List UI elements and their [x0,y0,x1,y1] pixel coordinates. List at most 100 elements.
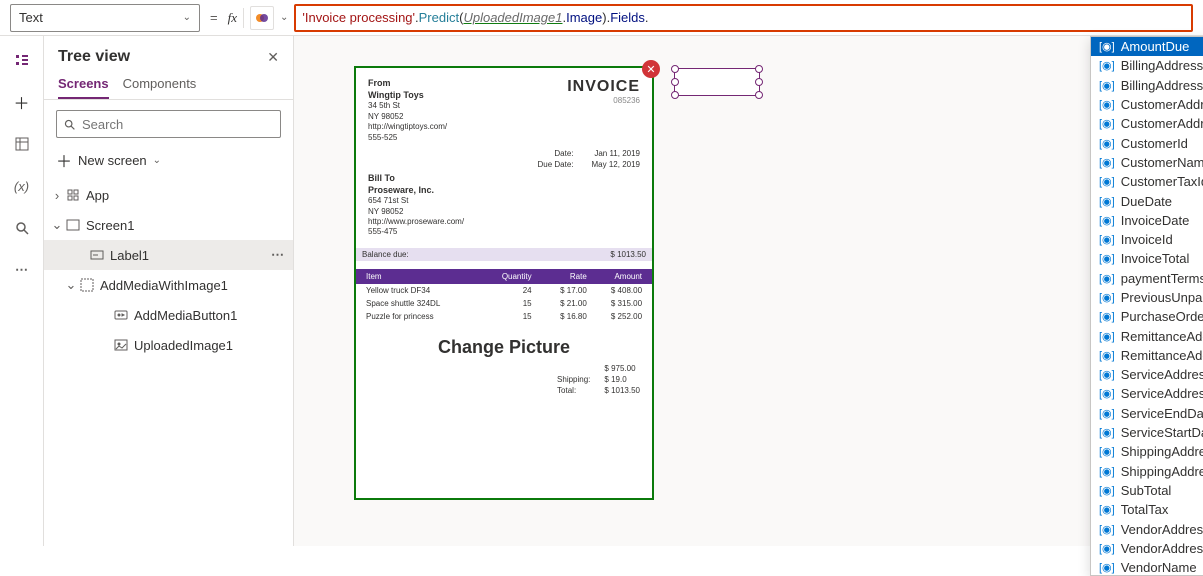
autocomplete-item[interactable]: [◉]ServiceEndDate [1091,404,1203,423]
image-icon [112,338,130,352]
media-button-icon [112,308,130,322]
autocomplete-label: InvoiceId [1121,232,1173,247]
tree-node-addbutton[interactable]: AddMediaButton1 [44,300,293,330]
screen-preview[interactable]: ✕ From Wingtip Toys 34 5th St NY 98052 h… [354,66,654,500]
insert-icon[interactable]: ＋ [8,88,36,116]
autocomplete-item[interactable]: [◉]SubTotal [1091,481,1203,500]
autocomplete-label: BillingAddressRecipient [1121,78,1203,93]
autocomplete-item[interactable]: [◉]VendorAddressRecipient [1091,539,1203,558]
tab-components[interactable]: Components [123,76,197,99]
autocomplete-item[interactable]: [◉]InvoiceDate [1091,211,1203,230]
autocomplete-label: CustomerTaxId [1121,174,1203,189]
more-icon[interactable]: ⋯ [271,247,285,263]
invoice-title: INVOICE 085236 [567,78,640,143]
resize-handle[interactable] [671,91,679,99]
more-icon[interactable]: ⋯ [8,256,36,284]
autocomplete-label: VendorAddress [1121,522,1203,537]
autocomplete-label: CustomerName [1121,155,1203,170]
autocomplete-item[interactable]: [◉]CustomerAddress [1091,95,1203,114]
autocomplete-item[interactable]: [◉]InvoiceId [1091,230,1203,249]
autocomplete-item[interactable]: [◉]ServiceStartDate [1091,423,1203,442]
field-icon: [◉] [1099,368,1115,381]
search-input[interactable] [82,117,274,132]
field-icon: [◉] [1099,252,1115,265]
autocomplete-item[interactable]: [◉]BillingAddressRecipient [1091,76,1203,95]
group-icon [78,278,96,292]
field-icon: [◉] [1099,523,1115,536]
search-box[interactable] [56,110,281,138]
tree-view-icon[interactable] [8,46,36,74]
chevron-down-icon: ⌄ [153,155,161,166]
autocomplete-item[interactable]: [◉]InvoiceTotal [1091,249,1203,268]
autocomplete-item[interactable]: [◉]RemittanceAddressRecipient [1091,346,1203,365]
node-label: UploadedImage1 [134,338,233,353]
formula-token: UploadedImage1 [463,10,562,25]
tree-node-uploadedimage[interactable]: UploadedImage1 [44,330,293,360]
formula-input[interactable]: 'Invoice processing'.Predict(UploadedIma… [294,4,1193,32]
node-label: Label1 [110,248,149,263]
formula-bar: Text ⌄ = fx ⌄ 'Invoice processing'.Predi… [0,0,1203,36]
autocomplete-item[interactable]: [◉]ServiceAddressRecipient [1091,384,1203,403]
autocomplete-item[interactable]: [◉]CustomerId [1091,133,1203,152]
invoice-row: Yellow truck DF3424$ 17.00$ 408.00 [356,284,652,297]
tab-screens[interactable]: Screens [58,76,109,99]
autocomplete-item[interactable]: [◉]CustomerTaxId [1091,172,1203,191]
tree-node-screen1[interactable]: ⌄ Screen1 [44,210,293,240]
autocomplete-item[interactable]: [◉]AmountDue [1091,37,1203,56]
node-label: AddMediaWithImage1 [100,278,228,293]
copilot-icon[interactable] [250,6,274,30]
invoice-totals: $ 975.00 Shipping:$ 19.0 Total:$ 1013.50 [356,364,652,401]
autocomplete-item[interactable]: [◉]TotalTax [1091,500,1203,519]
autocomplete-item[interactable]: [◉] VendorAddress [1091,519,1203,538]
autocomplete-item[interactable]: [◉]RemittanceAddress [1091,326,1203,345]
field-icon: [◉] [1099,156,1115,169]
autocomplete-label: VendorAddressRecipient [1121,541,1203,556]
data-icon[interactable] [8,130,36,158]
field-icon: [◉] [1099,426,1115,439]
search-icon[interactable] [8,214,36,242]
new-screen-button[interactable]: ＋ New screen ⌄ [44,144,293,180]
new-screen-label: New screen [78,153,147,168]
change-picture-label[interactable]: Change Picture [356,337,652,358]
autocomplete-item[interactable]: [◉]BillingAddress [1091,56,1203,75]
autocomplete-label: ServiceEndDate [1121,406,1203,421]
autocomplete-item[interactable]: [◉]paymentTerms [1091,269,1203,288]
node-label: AddMediaButton1 [134,308,237,323]
property-dropdown[interactable]: Text ⌄ [10,4,200,32]
autocomplete-item[interactable]: [◉]VendorName [1091,558,1203,576]
tree-node-label1[interactable]: Label1 ⋯ [44,240,293,270]
field-icon: [◉] [1099,117,1115,130]
autocomplete-label: RemittanceAddress [1121,329,1203,344]
autocomplete-item[interactable]: [◉]PurchaseOrder [1091,307,1203,326]
formula-autocomplete[interactable]: [◉]AmountDue[◉]BillingAddress[◉]BillingA… [1090,36,1203,576]
autocomplete-label: paymentTerms [1121,271,1203,286]
formula-token: 'Invoice processing' [302,10,415,25]
tree-panel: Tree view ✕ Screens Components ＋ New scr… [44,36,294,546]
close-icon[interactable]: ✕ [267,49,279,66]
autocomplete-item[interactable]: [◉]ShippingAddress [1091,442,1203,461]
autocomplete-item[interactable]: [◉] CustomerName [1091,153,1203,172]
chevron-down-icon[interactable]: ⌄ [280,12,288,23]
resize-handle[interactable] [671,78,679,86]
field-icon: [◉] [1099,291,1115,304]
tree-node-app[interactable]: › App [44,180,293,210]
resize-handle[interactable] [755,91,763,99]
autocomplete-item[interactable]: [◉]DueDate [1091,191,1203,210]
plus-icon: ＋ [56,148,72,172]
resize-handle[interactable] [671,65,679,73]
resize-handle[interactable] [755,65,763,73]
invoice-from: From Wingtip Toys 34 5th St NY 98052 htt… [368,78,447,143]
tree-node-addmedia[interactable]: ⌄ AddMediaWithImage1 [44,270,293,300]
autocomplete-item[interactable]: [◉] CustomerAddressRecipient [1091,114,1203,133]
autocomplete-label: CustomerAddressRecipient [1121,116,1203,131]
fx-label: fx [228,10,237,26]
autocomplete-item[interactable]: [◉]ServiceAddress [1091,365,1203,384]
close-icon[interactable]: ✕ [642,60,660,78]
variables-icon[interactable]: (x) [8,172,36,200]
autocomplete-item[interactable]: [◉]PreviousUnpaidBalance [1091,288,1203,307]
design-canvas[interactable]: ✕ From Wingtip Toys 34 5th St NY 98052 h… [294,36,1203,546]
selected-label-control[interactable] [674,68,760,96]
resize-handle[interactable] [755,78,763,86]
autocomplete-item[interactable]: [◉]ShippingAddressRecipient [1091,462,1203,481]
invoice-dates: Date:Jan 11, 2019 Due Date:May 12, 2019 [368,149,640,169]
